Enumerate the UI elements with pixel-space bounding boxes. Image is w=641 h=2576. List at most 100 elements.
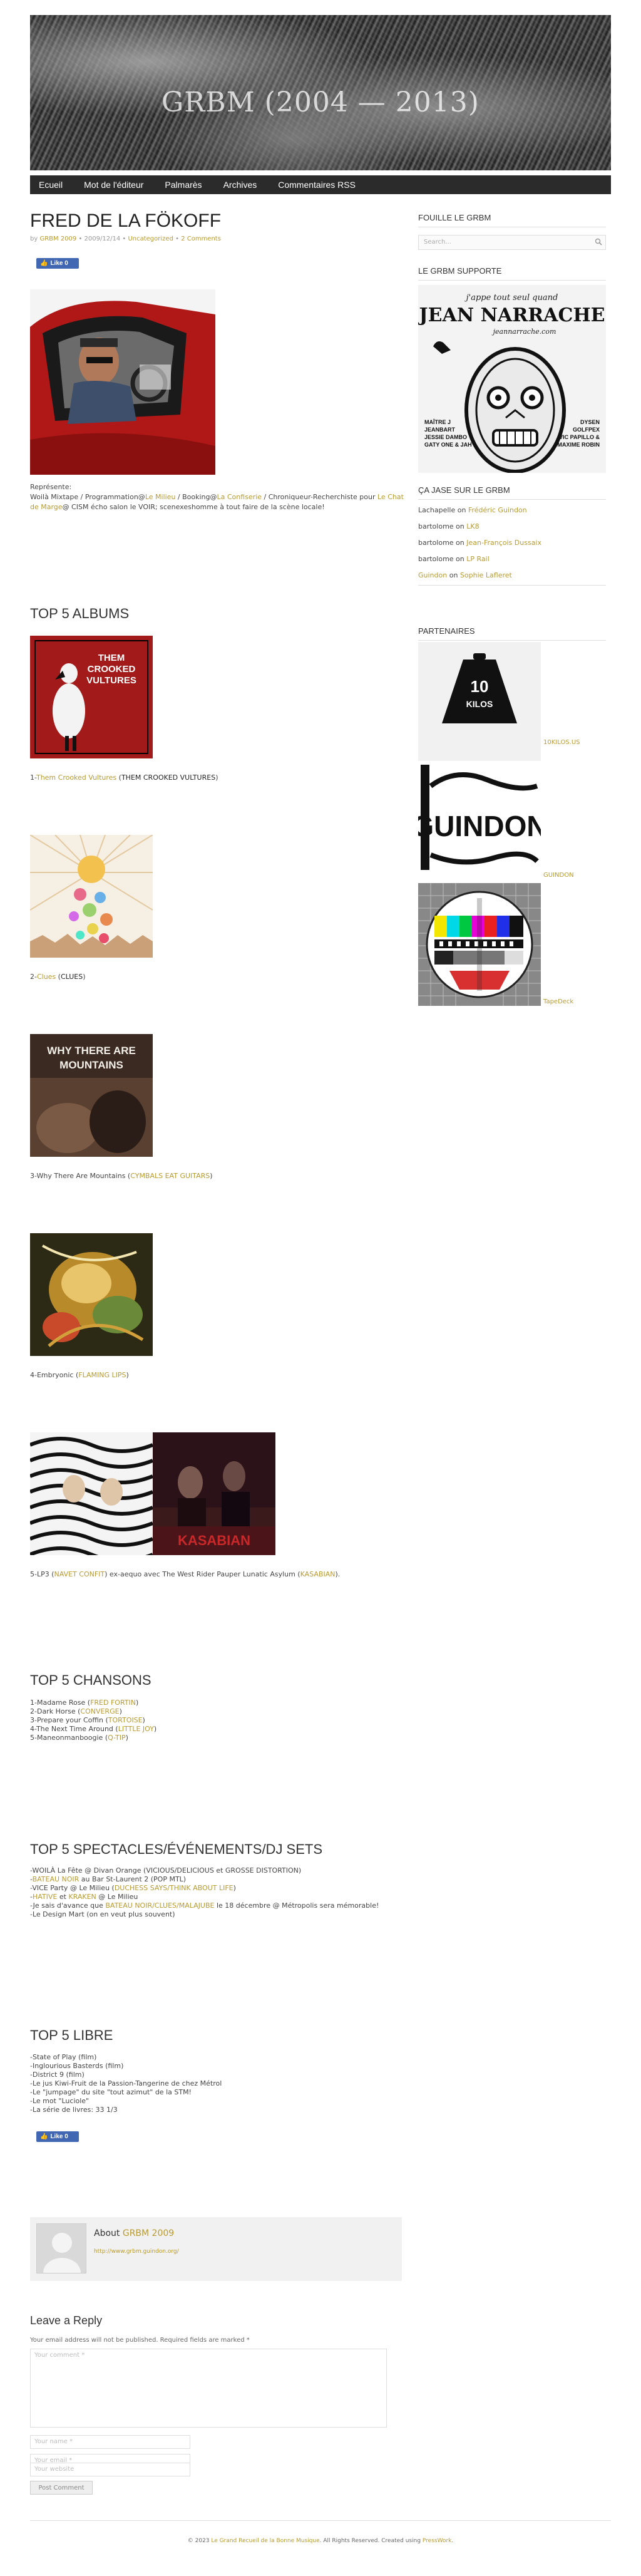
partner-tapedeck-logo[interactable] bbox=[418, 883, 541, 1006]
poster-site: jeannarrache.com bbox=[491, 328, 556, 336]
partner-10kilos-logo[interactable]: 10 KILOS bbox=[418, 642, 541, 765]
album-artist-link[interactable]: KASABIAN bbox=[300, 1570, 336, 1578]
show-item: -Le Design Mart (on en veut plus souvent… bbox=[30, 1910, 175, 1919]
comment-post-link[interactable]: Jean-François Dussaix bbox=[466, 539, 541, 547]
libre-item: -Le mot "Luciole" bbox=[30, 2097, 90, 2105]
show-link[interactable]: KRAKEN bbox=[68, 1893, 96, 1901]
reply-heading: Leave a Reply bbox=[30, 2314, 103, 2327]
show-text: -Je sais d'avance que bbox=[30, 1901, 106, 1910]
show-text: ) bbox=[233, 1884, 236, 1892]
partner-label[interactable]: GUINDON bbox=[543, 872, 574, 879]
song-text: 2-Dark Horse ( bbox=[30, 1707, 81, 1715]
song-artist-link[interactable]: FRED FORTIN bbox=[90, 1699, 136, 1707]
album-artist: THEM CROOKED VULTURES bbox=[121, 773, 216, 782]
la-confiserie-link[interactable]: La Confiserie bbox=[217, 493, 262, 501]
partner-label[interactable]: TapeDeck bbox=[543, 998, 573, 1005]
song-item: 5-Maneonmanboogie (Q-TIP) bbox=[30, 1734, 128, 1742]
album-artist-link[interactable]: FLAMING LIPS bbox=[78, 1371, 126, 1379]
song-artist-link[interactable]: LITTLE JOY bbox=[118, 1725, 154, 1733]
bio-text: / Chroniqueur-Recherchiste pour bbox=[262, 493, 377, 501]
search-icon[interactable] bbox=[595, 238, 602, 246]
meta-comments-link[interactable]: 2 Comments bbox=[181, 235, 221, 242]
show-link[interactable]: BATEAU NOIR bbox=[33, 1875, 79, 1883]
album-caption-4: 4-Embryonic (FLAMING LIPS) bbox=[30, 1371, 129, 1379]
comment-post-link[interactable]: Frédéric Guindon bbox=[468, 506, 527, 514]
show-item: -VICE Party @ Le Milieu (DUCHESS SAYS/TH… bbox=[30, 1884, 236, 1893]
meta-category-link[interactable]: Uncategorized bbox=[128, 235, 173, 242]
song-artist-link[interactable]: Q-TIP bbox=[108, 1734, 126, 1742]
album-cover-why-there-are-mountains: WHY THERE ARE MOUNTAINS bbox=[30, 1034, 153, 1157]
poster-right-line: GOLFPEX bbox=[573, 427, 600, 433]
recent-comment: bartolome on LK8 bbox=[418, 522, 479, 530]
libre-item: -La série de livres: 33 1/3 bbox=[30, 2106, 118, 2114]
album-rank: 3- bbox=[30, 1172, 37, 1180]
comment-author-link[interactable]: Guindon bbox=[418, 571, 447, 579]
thumbs-up-icon: 👍 bbox=[40, 2133, 48, 2140]
svg-text:WHY THERE ARE: WHY THERE ARE bbox=[47, 1045, 136, 1057]
bio-text: / Booking@ bbox=[175, 493, 217, 501]
jean-narrache-poster[interactable]: j'appe tout seul quand JEAN NARRACHE jea… bbox=[418, 285, 606, 473]
song-item: 4-The Next Time Around (LITTLE JOY) bbox=[30, 1725, 157, 1733]
partner-label[interactable]: 10KILOS.US bbox=[543, 739, 580, 746]
author-link[interactable]: GRBM 2009 bbox=[123, 2228, 174, 2238]
name-field[interactable]: Your name * bbox=[30, 2435, 190, 2449]
song-item: 1-Madame Rose (FRED FORTIN) bbox=[30, 1699, 139, 1707]
footer-site-link[interactable]: Le Grand Recueil de la Bonne Musique bbox=[211, 2538, 319, 2544]
comment-post-link[interactable]: LP Rail bbox=[466, 555, 490, 563]
show-link[interactable]: DUCHESS SAYS/THINK ABOUT LIFE bbox=[115, 1884, 233, 1892]
bio-text: @ CISM écho salon le VOIR; scenexeshomme… bbox=[62, 503, 325, 511]
bio-line-2: de Marge@ CISM écho salon le VOIR; scene… bbox=[30, 502, 325, 512]
post-comment-button[interactable]: Post Comment bbox=[30, 2481, 93, 2495]
sidebar-divider bbox=[418, 280, 606, 281]
nav-item-ecueil[interactable]: Ecueil bbox=[39, 180, 63, 190]
svg-text:CROOKED: CROOKED bbox=[88, 664, 136, 675]
show-link[interactable]: BATEAU NOIR/CLUES/MALAJUBE bbox=[105, 1901, 214, 1910]
nav-item-mot-editeur[interactable]: Mot de l'éditeur bbox=[84, 180, 143, 190]
comment-post-link[interactable]: Sophie Lafleret bbox=[460, 571, 512, 579]
author-url[interactable]: http://www.grbm.guindon.org/ bbox=[94, 2248, 179, 2255]
album-caption-2: 2-Clues (CLUES) bbox=[30, 973, 86, 981]
comment-on: on bbox=[453, 555, 467, 563]
search-input[interactable]: Search... bbox=[418, 235, 606, 250]
facebook-like-button[interactable]: 👍 Like 0 bbox=[36, 258, 79, 269]
post-title: FRED DE LA FÖKOFF bbox=[30, 210, 222, 231]
site-header-banner[interactable]: GRBM (2004 — 2013) bbox=[30, 15, 611, 170]
song-artist-link[interactable]: TORTOISE bbox=[108, 1716, 143, 1724]
song-artist-link[interactable]: CONVERGE bbox=[80, 1707, 119, 1715]
nav-item-archives[interactable]: Archives bbox=[223, 180, 257, 190]
album-tail: ex-aequo avec The West Rider Pauper Luna… bbox=[107, 1570, 300, 1578]
album-artist-link[interactable]: NAVET CONFIT bbox=[54, 1570, 105, 1578]
le-milieu-link[interactable]: Le Milieu bbox=[145, 493, 176, 501]
le-chat-link[interactable]: Le Chat bbox=[377, 493, 404, 501]
comment-post-link[interactable]: LK8 bbox=[466, 522, 479, 530]
album-cover-kasabian: KASABIAN bbox=[153, 1432, 275, 1555]
poster-left-line: MAÎTRE J bbox=[424, 418, 451, 425]
svg-text:THEM: THEM bbox=[98, 653, 125, 663]
show-link[interactable]: HATIVE bbox=[33, 1893, 57, 1901]
facebook-like-button[interactable]: 👍 Like 0 bbox=[36, 2131, 79, 2142]
album-caption-5: 5-LP3 (NAVET CONFIT) ex-aequo avec The W… bbox=[30, 1570, 341, 1578]
partner-guindon-logo[interactable]: GUINDON bbox=[418, 761, 541, 874]
comment-author: Lachapelle bbox=[418, 506, 456, 514]
site-title[interactable]: GRBM (2004 — 2013) bbox=[162, 86, 479, 118]
album-artist-link[interactable]: CYMBALS EAT GUITARS bbox=[130, 1172, 210, 1180]
album-title-link[interactable]: Clues bbox=[37, 973, 56, 981]
footer-text: © 2023 bbox=[187, 2538, 212, 2544]
poster-right-line: VIC PAPILLO & bbox=[559, 434, 600, 440]
show-item: -WOILÀ La Fête @ Divan Orange (VICIOUS/D… bbox=[30, 1866, 301, 1875]
poster-left-line: JEANBART bbox=[424, 427, 456, 433]
libre-item: -Le jus Kiwi-Fruit de la Passion-Tangeri… bbox=[30, 2079, 222, 2087]
top-libre-heading: TOP 5 LIBRE bbox=[30, 2027, 113, 2043]
de-marge-link[interactable]: de Marge bbox=[30, 503, 63, 511]
comment-textarea[interactable]: Your comment * bbox=[30, 2349, 387, 2428]
album-cover-clues bbox=[30, 835, 153, 958]
about-label: About bbox=[94, 2228, 123, 2238]
website-field[interactable]: Your website bbox=[30, 2463, 190, 2476]
meta-author-link[interactable]: GRBM 2009 bbox=[39, 235, 76, 242]
album-title-link[interactable]: Them Crooked Vultures bbox=[36, 773, 116, 782]
poster-name: JEAN NARRACHE bbox=[418, 304, 605, 326]
nav-item-palmares[interactable]: Palmarès bbox=[165, 180, 202, 190]
footer-theme-link[interactable]: PressWork bbox=[423, 2538, 451, 2544]
svg-text:KASABIAN: KASABIAN bbox=[178, 1533, 250, 1548]
nav-item-comments-rss[interactable]: Commentaires RSS bbox=[278, 180, 356, 190]
